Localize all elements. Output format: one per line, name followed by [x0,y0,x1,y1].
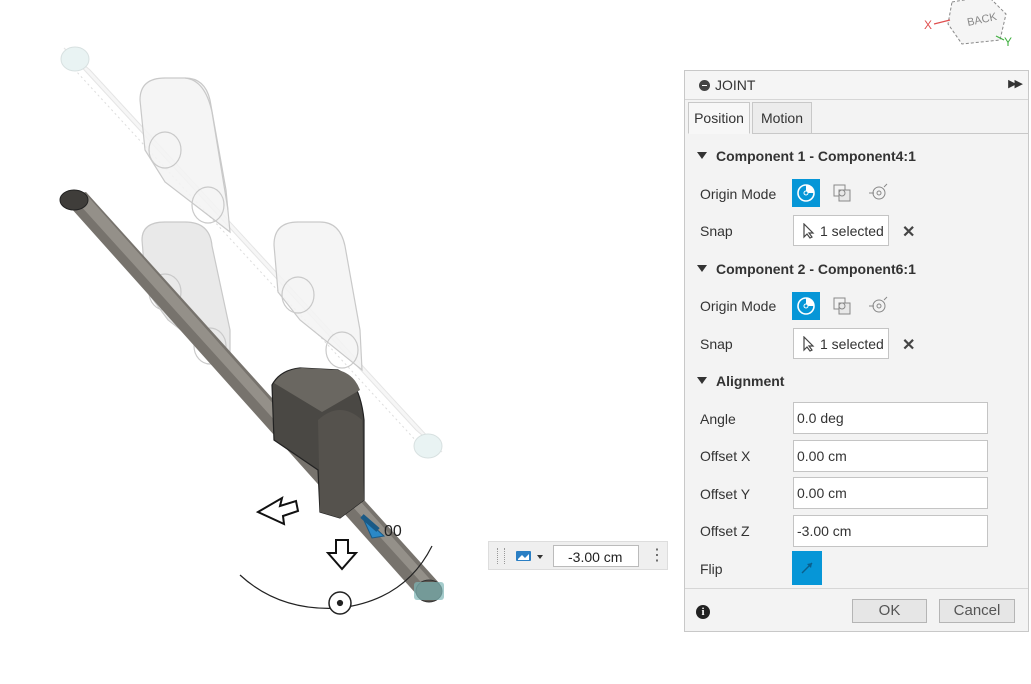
dialog-title: JOINT [715,77,756,93]
offset-y-label: Offset Y [700,486,751,502]
snap-value: 1 selected [820,223,884,239]
offset-z-label: Offset Z [700,523,750,539]
floating-value-input[interactable]: ⋮ [488,541,668,570]
snap-label: Snap [700,336,733,352]
origin-mode-between-button[interactable] [828,179,856,207]
origin-mode-simple-button[interactable] [792,292,820,320]
ghost-bracket-top [139,77,231,234]
origin-mode-between-button[interactable] [828,292,856,320]
simple-origin-icon [797,184,815,202]
offset-z-input[interactable] [793,515,988,547]
chevron-down-icon [537,555,543,559]
dimension-label: 00 [384,523,402,540]
alignment-section-header[interactable]: Alignment [697,373,784,389]
component2-section-header[interactable]: Component 2 - Component6:1 [697,261,916,277]
end-marker [414,582,444,600]
axis-y-label: Y [1004,35,1012,49]
flip-button[interactable] [792,551,822,585]
collapse-triangle-icon [697,152,707,159]
move-arrow-down [325,539,359,571]
tab-divider [812,133,1028,134]
snap-value: 1 selected [820,336,884,352]
angle-label: Angle [700,411,736,427]
axis-x-label: X [924,18,932,32]
component1-section-header[interactable]: Component 1 - Component4:1 [697,148,916,164]
cancel-button[interactable]: Cancel [939,599,1015,623]
simple-origin-icon [797,297,815,315]
collapse-triangle-icon [697,265,707,272]
collapse-triangle-icon [697,377,707,384]
more-options-icon[interactable]: ⋮ [649,547,665,565]
origin-mode-simple-button[interactable] [792,179,820,207]
move-arrow-left [255,495,300,526]
origin-mode-label: Origin Mode [700,186,777,202]
flip-icon [801,562,813,574]
dialog-footer: i OK Cancel [685,588,1028,632]
component2-title: Component 2 - Component6:1 [716,261,916,277]
cursor-arrow-icon [803,336,815,352]
distance-value-input[interactable] [553,545,639,567]
clear-selection-icon[interactable]: ✕ [902,222,915,242]
collapse-icon[interactable] [699,80,710,91]
two-edge-intersection-icon [869,296,888,313]
cursor-arrow-icon [803,223,815,239]
drag-handle[interactable] [497,548,505,564]
ghost-bracket-right [273,221,363,372]
two-edge-intersection-icon [869,183,888,200]
view-cube[interactable]: BACK X Y [918,0,1018,60]
flip-label: Flip [700,561,723,577]
joint-dialog: JOINT ▶▶ Position Motion Component 1 - C… [684,70,1029,632]
dialog-header: JOINT ▶▶ [685,71,1028,100]
tab-position[interactable]: Position [688,102,750,134]
snap-label: Snap [700,223,733,239]
offset-x-input[interactable] [793,440,988,472]
alignment-title: Alignment [716,373,785,389]
between-two-faces-icon [833,297,851,315]
origin-mode-two-edge-button[interactable] [864,179,892,207]
ok-button[interactable]: OK [852,599,927,623]
offset-x-label: Offset X [700,448,751,464]
origin-mode-two-edge-button[interactable] [864,292,892,320]
joint-block [271,367,365,519]
expand-panel-icon[interactable]: ▶▶ [1008,77,1023,90]
angle-input[interactable] [793,402,988,434]
component1-title: Component 1 - Component4:1 [716,148,916,164]
info-icon[interactable]: i [696,605,710,619]
origin-mode-label: Origin Mode [700,298,777,314]
tab-motion[interactable]: Motion [752,102,812,134]
offset-y-input[interactable] [793,477,988,509]
component2-snap-selection[interactable]: 1 selected [793,328,889,359]
input-mode-dropdown[interactable] [515,548,547,564]
component1-snap-selection[interactable]: 1 selected [793,215,889,246]
between-two-faces-icon [833,184,851,202]
clear-selection-icon[interactable]: ✕ [902,335,915,355]
